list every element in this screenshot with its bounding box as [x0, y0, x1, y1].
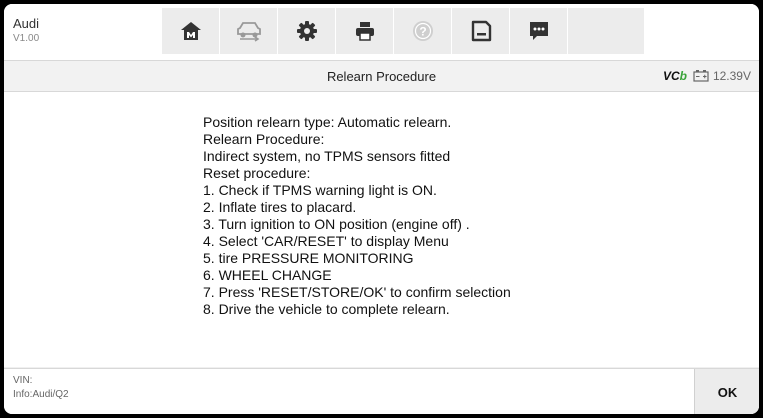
- print-button[interactable]: [336, 8, 394, 54]
- svg-text:?: ?: [419, 25, 426, 39]
- save-icon: [471, 20, 491, 42]
- procedure-line: 4. Select 'CAR/RESET' to display Menu: [203, 233, 449, 249]
- procedure-line: 5. tire PRESSURE MONITORING: [203, 250, 414, 266]
- procedure-line: Position relearn type: Automatic relearn…: [203, 114, 452, 130]
- procedure-line: 3. Turn ignition to ON position (engine …: [203, 216, 470, 232]
- top-toolbar: Audi V1.00 ?: [4, 4, 759, 61]
- help-button[interactable]: ?: [394, 8, 452, 54]
- vehicle-swap-icon: [236, 22, 261, 42]
- vci-label: VC: [662, 69, 680, 83]
- status-area: VCb 12.39V: [663, 69, 751, 83]
- bottom-bar: VIN: Info:Audi/Q2 OK: [4, 368, 759, 414]
- title-bar: Relearn Procedure VCb 12.39V: [4, 61, 759, 92]
- vin-label: VIN:: [13, 375, 33, 386]
- procedure-line: 2. Inflate tires to placard.: [203, 199, 357, 215]
- print-icon: [355, 22, 374, 41]
- home-button[interactable]: [162, 8, 220, 54]
- toolbar-empty-slot: [568, 8, 645, 54]
- message-icon: [529, 22, 548, 40]
- procedure-line: 8. Drive the vehicle to complete relearn…: [203, 301, 450, 317]
- vci-connection-icon: b: [679, 69, 687, 83]
- settings-button[interactable]: [278, 8, 336, 54]
- gear-icon: [296, 21, 317, 41]
- message-button[interactable]: [510, 8, 568, 54]
- procedure-text: Position relearn type: Automatic relearn…: [203, 114, 511, 318]
- ok-button[interactable]: OK: [694, 369, 759, 414]
- app-screen: Audi V1.00 ? Relearn Procedure VCb 12.39…: [4, 4, 759, 414]
- vehicle-make: Audi: [13, 16, 40, 31]
- procedure-line: Indirect system, no TPMS sensors fitted: [203, 148, 451, 164]
- help-icon: ?: [412, 21, 433, 41]
- vehicle-swap-button[interactable]: [220, 8, 278, 54]
- procedure-line: 7. Press 'RESET/STORE/OK' to confirm sel…: [203, 284, 511, 300]
- procedure-line: Reset procedure:: [203, 165, 311, 181]
- save-button[interactable]: [452, 8, 510, 54]
- home-icon: [180, 22, 201, 40]
- vci-indicator: VCb: [663, 69, 687, 83]
- procedure-line: 6. WHEEL CHANGE: [203, 267, 332, 283]
- procedure-line: 1. Check if TPMS warning light is ON.: [203, 182, 437, 198]
- software-version: V1.00: [13, 33, 40, 44]
- battery-icon: [693, 70, 709, 82]
- page-title: Relearn Procedure: [326, 69, 437, 84]
- vehicle-info: Info:Audi/Q2: [13, 389, 69, 400]
- battery-voltage: 12.39V: [712, 69, 751, 83]
- procedure-line: Relearn Procedure:: [203, 131, 325, 147]
- procedure-content: Position relearn type: Automatic relearn…: [4, 92, 759, 367]
